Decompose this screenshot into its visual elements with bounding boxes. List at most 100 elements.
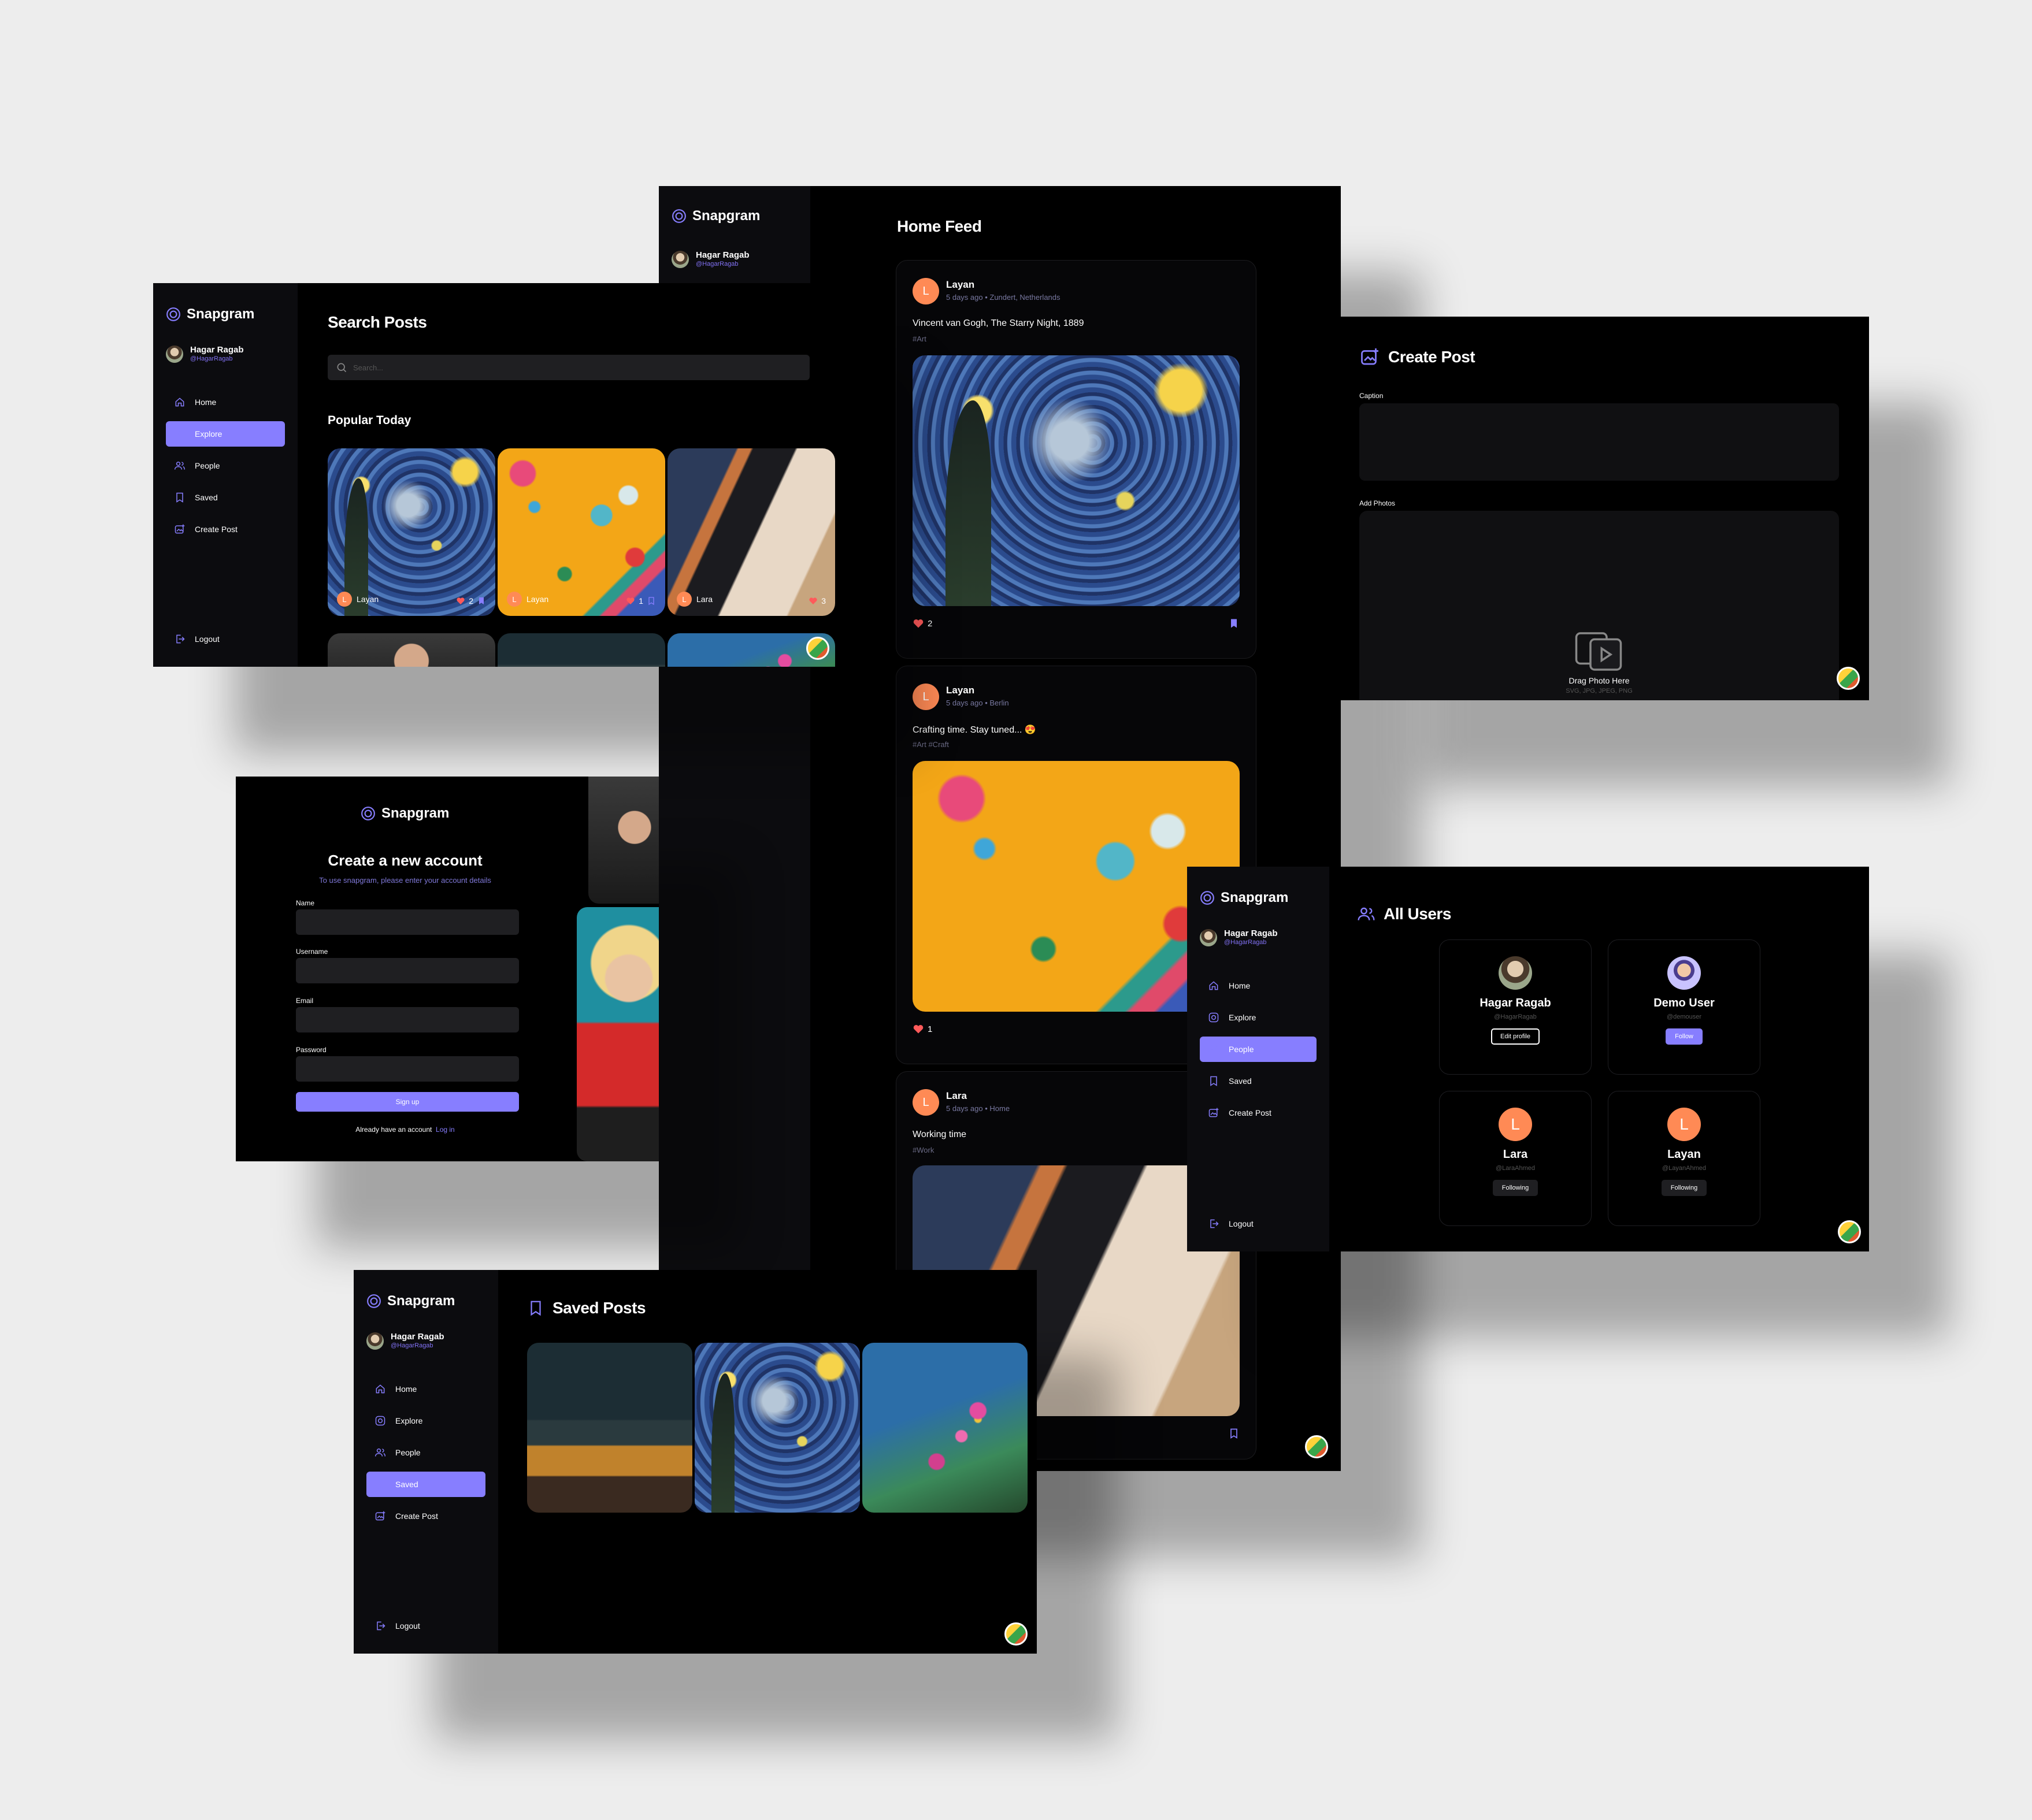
grid-post[interactable]: L Layan 2 [328,448,495,616]
sidebar-item-create-post[interactable]: Create Post [166,517,285,542]
theme-toggle-icon[interactable] [1004,1622,1028,1646]
user-card[interactable]: L Lara @LaraAhmed Following [1439,1091,1592,1226]
author-avatar[interactable]: L [913,1089,939,1116]
signup-screen: Snapgram Create a new account To use sna… [236,777,659,1161]
user-avatar [1499,956,1532,990]
sidebar-item-saved[interactable]: Saved [366,1472,485,1497]
logout-button[interactable]: Logout [374,1620,420,1632]
logo-icon [1200,890,1215,905]
sidebar-item-explore[interactable]: Explore [166,421,285,447]
sidebar-item-home[interactable]: Home [1200,973,1317,998]
bookmark-outline-icon[interactable] [1228,1428,1240,1439]
brand-logo[interactable]: Snapgram [1200,890,1288,906]
bookmark-outline-icon[interactable] [647,596,656,606]
logo-icon [672,209,687,224]
grid-post[interactable] [328,633,495,667]
post-author[interactable]: Layan [946,685,974,696]
theme-toggle-icon[interactable] [1837,667,1860,690]
heart-icon[interactable] [913,1023,924,1035]
following-button[interactable]: Following [1492,1180,1538,1196]
sidebar-item-saved[interactable]: Saved [166,485,285,510]
brand-logo[interactable]: Snapgram [672,208,760,224]
create-post-icon [374,1510,386,1522]
user-card[interactable]: L Layan @LayanAhmed Following [1608,1091,1760,1226]
user-name: Lara [1503,1148,1528,1161]
theme-toggle-icon[interactable] [1838,1220,1861,1243]
caption-label: Caption [1359,392,1384,400]
user-card[interactable]: Hagar Ragab @HagarRagab Edit profile [1439,939,1592,1075]
name-field[interactable] [296,909,519,935]
author-avatar[interactable]: L [913,684,939,710]
create-post-icon [174,523,186,535]
bookmark-icon[interactable] [1228,618,1240,629]
user-card[interactable]: Demo User @demouser Follow [1608,939,1760,1075]
explore-icon [374,1415,386,1427]
logout-button[interactable]: Logout [1208,1218,1254,1230]
author-avatar: L [507,592,522,607]
theme-toggle-icon[interactable] [806,637,829,660]
search-bar[interactable]: Search... [328,355,810,380]
saved-post[interactable] [862,1343,1028,1513]
post-author[interactable]: Lara [946,1090,967,1102]
bookmark-icon [527,1299,544,1317]
theme-toggle-icon[interactable] [1305,1435,1328,1458]
saved-post[interactable] [695,1343,860,1513]
profile-link[interactable]: Hagar Ragab @HagarRagab [1200,929,1278,946]
brand-logo[interactable]: Snapgram [366,1293,455,1309]
password-label: Password [296,1046,327,1054]
side-photo [577,907,659,1161]
people-screen: Snapgram Hagar Ragab @HagarRagab Home Exp… [1187,867,1869,1251]
grid-post[interactable]: L Layan 1 [498,448,665,616]
sidebar-item-people[interactable]: People [166,453,285,478]
user-avatar: L [1667,1108,1701,1141]
email-field[interactable] [296,1007,519,1032]
caption-textarea[interactable] [1359,403,1839,481]
sidebar-item-people[interactable]: People [366,1440,485,1465]
post-image[interactable] [913,355,1240,606]
section-title: Popular Today [328,414,411,427]
grid-post[interactable] [498,633,665,667]
post-tags: #Art [913,335,926,343]
password-field[interactable] [296,1056,519,1082]
logo-icon [361,806,376,821]
following-button[interactable]: Following [1661,1180,1707,1196]
follow-button[interactable]: Follow [1666,1028,1703,1045]
saved-post[interactable] [527,1343,692,1513]
signup-button[interactable]: Sign up [296,1092,519,1112]
heart-icon[interactable] [809,596,818,606]
heart-icon[interactable] [456,596,465,606]
drag-photo-text: Drag Photo Here [1569,676,1630,685]
explore-icon [1208,1012,1219,1023]
sidebar-item-home[interactable]: Home [366,1376,485,1402]
sidebar-item-saved[interactable]: Saved [1200,1068,1317,1094]
heart-icon[interactable] [913,618,924,629]
people-icon [1357,905,1375,923]
login-link[interactable]: Log in [436,1126,455,1134]
post-time: 5 days ago [946,293,983,302]
profile-link[interactable]: Hagar Ragab @HagarRagab [366,1332,444,1350]
sidebar-item-explore[interactable]: Explore [1200,1005,1317,1030]
sidebar-item-explore[interactable]: Explore [366,1408,485,1433]
bookmark-icon[interactable] [477,596,486,606]
sidebar-item-create-post[interactable]: Create Post [1200,1100,1317,1126]
sidebar-item-people[interactable]: People [1200,1037,1317,1062]
upload-photo-icon [1574,625,1623,674]
sidebar-item-create-post[interactable]: Create Post [366,1503,485,1529]
grid-post[interactable]: L Lara 3 [668,448,835,616]
photo-dropzone[interactable]: Drag Photo Here SVG, JPG, JPEG, PNG [1359,511,1839,700]
logout-button[interactable]: Logout [174,633,220,645]
profile-link[interactable]: Hagar Ragab @HagarRagab [166,346,244,363]
search-input[interactable]: Search... [353,363,383,372]
post-card: L Layan 5 days ago • Zundert, Netherland… [896,260,1256,659]
post-author[interactable]: Layan [946,279,974,291]
sidebar-item-home[interactable]: Home [166,389,285,415]
username-field[interactable] [296,958,519,983]
edit-profile-button[interactable]: Edit profile [1491,1028,1540,1045]
username-label: Username [296,948,328,956]
author-avatar: L [337,592,352,607]
brand-logo[interactable]: Snapgram [166,306,254,322]
profile-link[interactable]: Hagar Ragab @HagarRagab [672,251,750,268]
heart-icon[interactable] [626,596,635,606]
author-avatar[interactable]: L [913,278,939,304]
name-label: Name [296,899,315,907]
